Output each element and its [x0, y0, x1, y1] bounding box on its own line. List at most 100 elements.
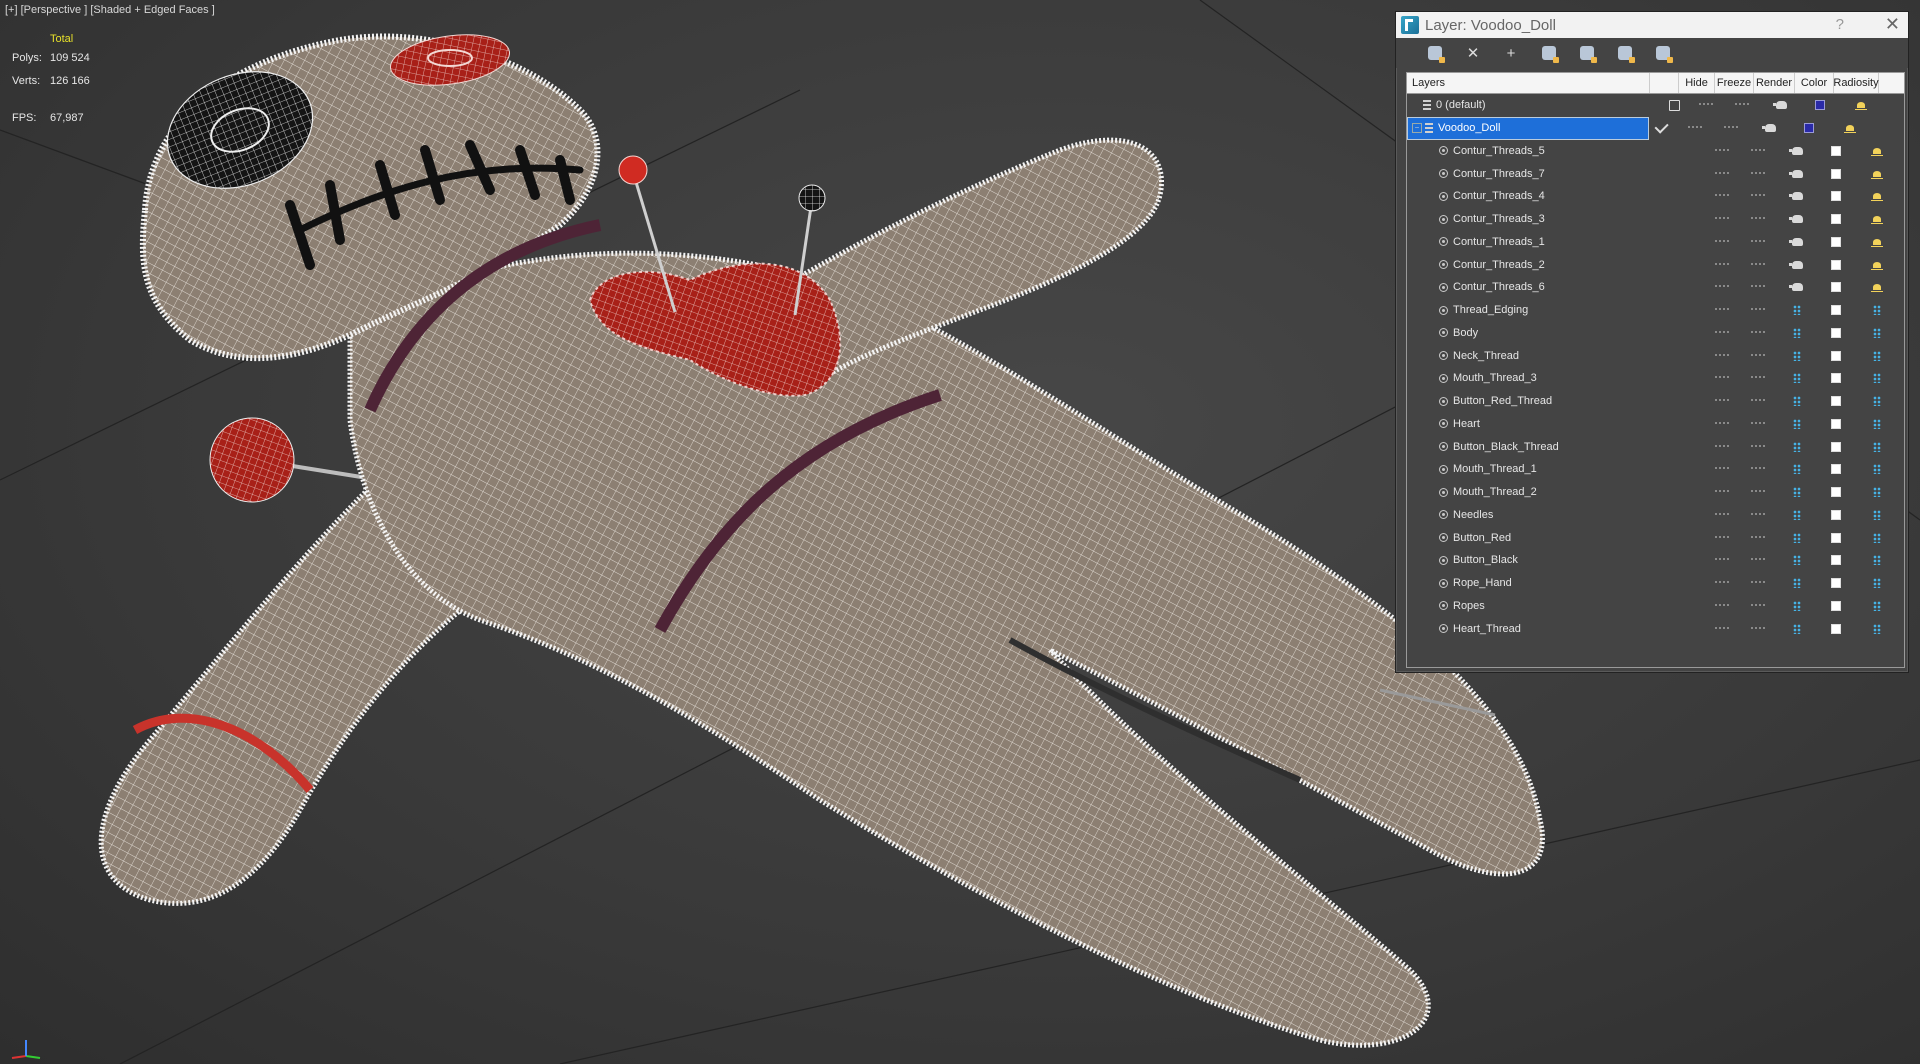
current-layer-cell[interactable] [1676, 185, 1704, 208]
current-layer-cell[interactable] [1676, 344, 1704, 367]
layer-row[interactable]: 0 (default) [1407, 94, 1904, 117]
current-layer-cell[interactable] [1676, 367, 1704, 390]
layer-name-cell[interactable]: Heart_Thread [1407, 617, 1676, 640]
color-swatch-cell[interactable] [1817, 390, 1855, 413]
hide-toggle[interactable] [1704, 504, 1739, 527]
object-row[interactable]: Button_Red_Thread [1407, 390, 1904, 413]
hide-all-button[interactable] [1606, 42, 1644, 64]
radiosity-toggle[interactable] [1855, 185, 1899, 208]
hide-toggle[interactable] [1704, 572, 1739, 595]
freeze-toggle[interactable] [1739, 526, 1777, 549]
hide-toggle[interactable] [1704, 185, 1739, 208]
object-row[interactable]: Contur_Threads_5 [1407, 140, 1904, 163]
layer-row[interactable]: − Voodoo_Doll [1407, 116, 1904, 140]
render-toggle[interactable] [1777, 413, 1817, 436]
freeze-toggle[interactable] [1739, 435, 1777, 458]
freeze-toggle[interactable] [1739, 481, 1777, 504]
color-swatch-cell[interactable] [1817, 185, 1855, 208]
radiosity-toggle[interactable] [1855, 231, 1899, 254]
radiosity-toggle[interactable] [1855, 140, 1899, 163]
object-row[interactable]: Needles [1407, 504, 1904, 527]
render-toggle[interactable] [1777, 140, 1817, 163]
radiosity-toggle[interactable] [1855, 595, 1899, 618]
radiosity-toggle[interactable] [1839, 94, 1883, 117]
color-swatch-cell[interactable] [1817, 322, 1855, 345]
current-layer-cell[interactable] [1660, 94, 1688, 117]
color-swatch-cell[interactable] [1817, 481, 1855, 504]
radiosity-toggle[interactable] [1828, 117, 1872, 140]
color-swatch-cell[interactable] [1817, 253, 1855, 276]
object-row[interactable]: Button_Black [1407, 549, 1904, 572]
freeze-toggle[interactable] [1739, 185, 1777, 208]
radiosity-toggle[interactable] [1855, 504, 1899, 527]
color-swatch-cell[interactable] [1817, 299, 1855, 322]
object-row[interactable]: Contur_Threads_4 [1407, 185, 1904, 208]
current-layer-cell[interactable] [1676, 526, 1704, 549]
column-hide[interactable]: Hide [1679, 73, 1715, 93]
layer-table[interactable]: Layers Hide Freeze Render Color Radiosit… [1406, 72, 1905, 668]
render-toggle[interactable] [1777, 549, 1817, 572]
hide-toggle[interactable] [1704, 617, 1739, 640]
layer-name-cell[interactable]: Button_Black [1407, 549, 1676, 572]
radiosity-toggle[interactable] [1855, 572, 1899, 595]
freeze-toggle[interactable] [1739, 299, 1777, 322]
color-swatch-cell[interactable] [1817, 344, 1855, 367]
current-layer-cell[interactable] [1676, 549, 1704, 572]
object-row[interactable]: Contur_Threads_1 [1407, 231, 1904, 254]
viewport-shading-menu[interactable]: [Shaded + Edged Faces ] [90, 4, 214, 16]
object-row[interactable]: Body [1407, 322, 1904, 345]
radiosity-toggle[interactable] [1855, 390, 1899, 413]
current-layer-cell[interactable] [1676, 572, 1704, 595]
highlight-layer-button[interactable] [1568, 42, 1606, 64]
layer-name-cell[interactable]: Ropes [1407, 595, 1676, 618]
freeze-toggle[interactable] [1739, 276, 1777, 299]
column-color[interactable]: Color [1795, 73, 1834, 93]
hide-toggle[interactable] [1704, 231, 1739, 254]
hide-toggle[interactable] [1704, 344, 1739, 367]
delete-layer-button[interactable]: ✕ [1454, 42, 1492, 64]
render-toggle[interactable] [1761, 94, 1801, 117]
current-layer-cell[interactable] [1676, 413, 1704, 436]
column-render[interactable]: Render [1754, 73, 1795, 93]
layer-name-cell[interactable]: Contur_Threads_1 [1407, 231, 1676, 254]
viewport-view-menu[interactable]: [Perspective ] [21, 4, 88, 16]
freeze-toggle[interactable] [1739, 208, 1777, 231]
radiosity-toggle[interactable] [1855, 413, 1899, 436]
render-toggle[interactable] [1777, 390, 1817, 413]
hide-toggle[interactable] [1704, 299, 1739, 322]
hide-toggle[interactable] [1704, 390, 1739, 413]
current-layer-cell[interactable] [1676, 299, 1704, 322]
render-toggle[interactable] [1777, 253, 1817, 276]
layer-name-cell[interactable]: Button_Black_Thread [1407, 435, 1676, 458]
render-toggle[interactable] [1777, 458, 1817, 481]
object-row[interactable]: Mouth_Thread_3 [1407, 367, 1904, 390]
radiosity-toggle[interactable] [1855, 526, 1899, 549]
freeze-toggle[interactable] [1723, 94, 1761, 117]
radiosity-toggle[interactable] [1855, 253, 1899, 276]
color-swatch-cell[interactable] [1817, 231, 1855, 254]
current-layer-cell[interactable] [1676, 435, 1704, 458]
object-row[interactable]: Contur_Threads_7 [1407, 162, 1904, 185]
current-layer-cell[interactable] [1676, 276, 1704, 299]
color-swatch-cell[interactable] [1801, 94, 1839, 117]
render-toggle[interactable] [1777, 208, 1817, 231]
layer-name-cell[interactable]: Contur_Threads_2 [1407, 253, 1676, 276]
layer-name-cell[interactable]: Button_Red [1407, 526, 1676, 549]
freeze-toggle[interactable] [1739, 344, 1777, 367]
hide-toggle[interactable] [1704, 322, 1739, 345]
create-layer-button[interactable] [1416, 42, 1454, 64]
current-layer-cell[interactable] [1676, 253, 1704, 276]
layer-window-titlebar[interactable]: Layer: Voodoo_Doll ? ✕ [1396, 12, 1908, 38]
layer-name-cell[interactable]: Contur_Threads_4 [1407, 185, 1676, 208]
hide-toggle[interactable] [1704, 367, 1739, 390]
freeze-toggle[interactable] [1712, 117, 1750, 140]
freeze-toggle[interactable] [1739, 413, 1777, 436]
hide-toggle[interactable] [1704, 253, 1739, 276]
object-row[interactable]: Button_Red [1407, 526, 1904, 549]
radiosity-toggle[interactable] [1855, 344, 1899, 367]
render-toggle[interactable] [1777, 435, 1817, 458]
render-toggle[interactable] [1777, 504, 1817, 527]
layer-name-cell[interactable]: Neck_Thread [1407, 344, 1676, 367]
render-toggle[interactable] [1777, 231, 1817, 254]
object-row[interactable]: Contur_Threads_3 [1407, 208, 1904, 231]
